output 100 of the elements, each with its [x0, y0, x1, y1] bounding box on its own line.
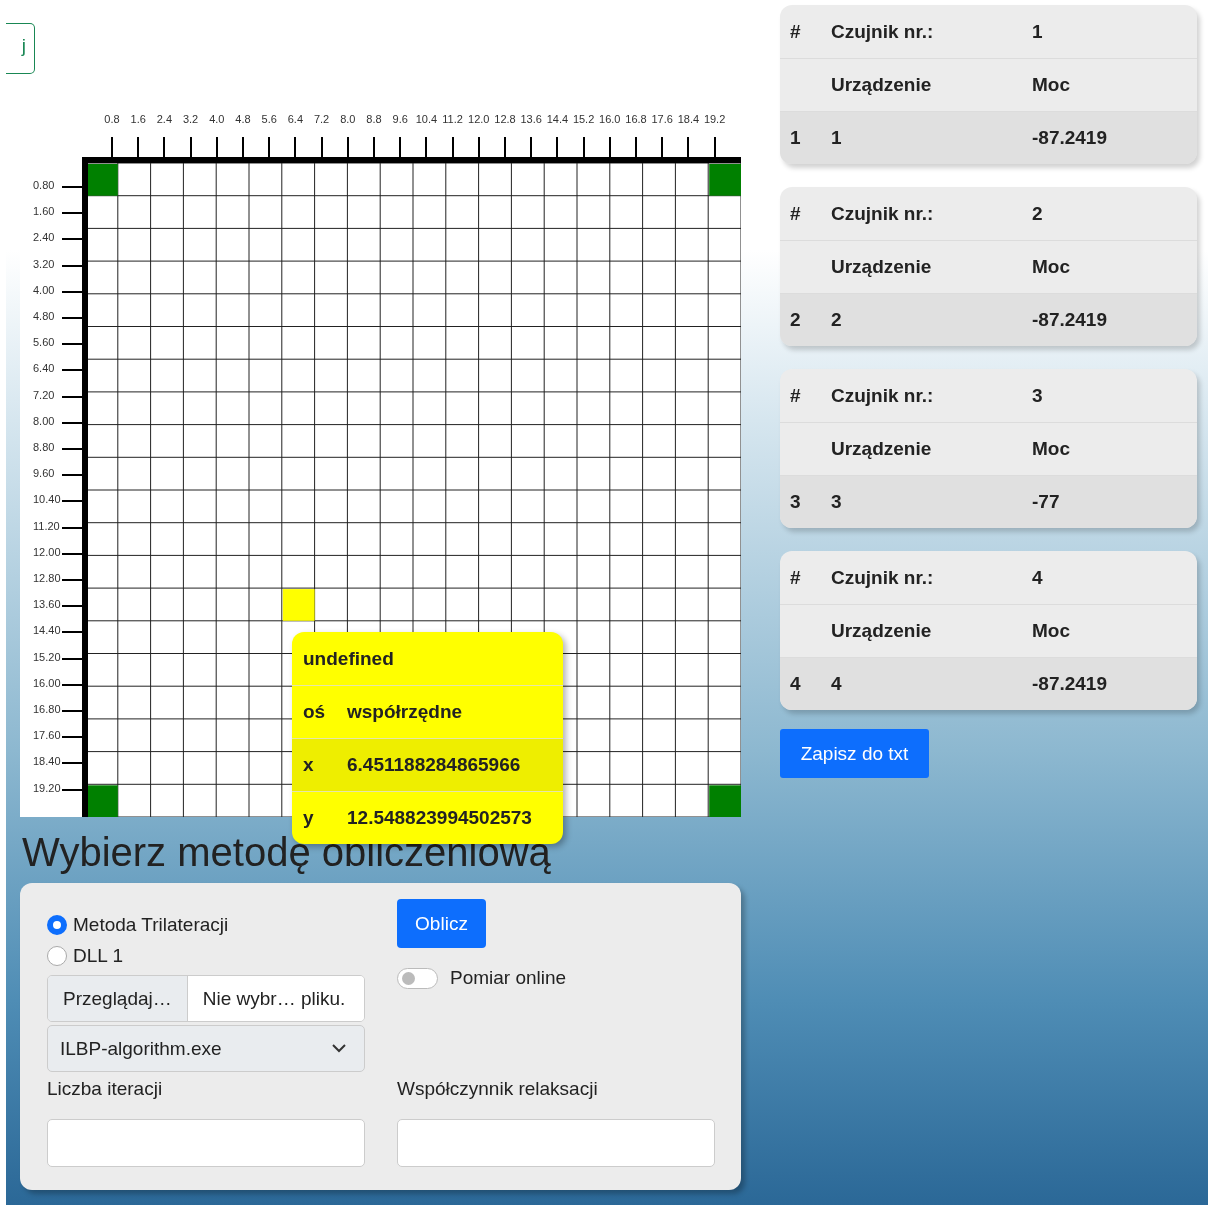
axis-label: 8.0 — [340, 113, 356, 125]
compute-button[interactable]: Oblicz — [397, 899, 486, 948]
field-label: Liczba iteracji — [47, 1078, 164, 1101]
toggle-switch[interactable] — [397, 967, 438, 989]
table-cell: -87.2419 — [1032, 673, 1107, 695]
axis-label: 19.2 — [703, 113, 726, 125]
column-header: Moc — [1032, 620, 1070, 642]
axis-label: 6.40 — [33, 362, 55, 375]
axis-label: 17.60 — [33, 729, 61, 742]
column-header: 4 — [1032, 566, 1043, 589]
table-cell: 6.451188284865966 — [347, 754, 521, 776]
column-header: Czujnik nr.: — [831, 384, 935, 407]
axis-label: 18.4 — [677, 113, 700, 125]
axis-label: 16.80 — [33, 703, 61, 715]
axis-label: 4.8 — [235, 113, 251, 125]
tooltip-title: undefined — [303, 647, 394, 670]
axis-label: 8.00 — [33, 414, 55, 427]
axis-label: 16.00 — [33, 676, 61, 689]
table-cell-text: 3 — [831, 491, 843, 513]
axis-label: 14.40 — [33, 624, 61, 637]
axis-label: 11.2 — [442, 113, 463, 125]
file-name-text: Nie wybr… pliku. — [187, 976, 364, 1021]
input-field[interactable] — [397, 1119, 715, 1167]
axis-label: 7.20 — [33, 388, 55, 401]
radio-button[interactable] — [47, 914, 67, 935]
table-cell: -87.2419 — [1032, 309, 1107, 331]
column-header: Urządzenie — [831, 620, 933, 642]
table-cell-text: 4 — [831, 673, 843, 695]
axis-label: 17.6 — [651, 113, 673, 125]
table-cell-text: 4 — [789, 673, 802, 695]
column-header: # — [789, 20, 802, 43]
field-label: Współczynnik relaksacji — [397, 1078, 599, 1101]
axis-label: 3.2 — [182, 113, 199, 125]
column-header: współrzędne — [347, 701, 463, 723]
column-header: Czujnik nr.: — [831, 20, 935, 43]
column-header: oś — [303, 701, 327, 723]
axis-label: 2.4 — [156, 113, 173, 125]
outline-button[interactable]: j — [6, 23, 35, 74]
file-input[interactable]: Przeglądaj… Nie wybr… pliku. — [47, 975, 365, 1022]
axis-label: 18.40 — [33, 755, 61, 768]
axis-label: 14.4 — [546, 113, 569, 125]
axis-label: 16.0 — [599, 113, 621, 125]
table-cell-text: 1 — [789, 127, 802, 149]
table-cell-text: x — [303, 754, 315, 776]
axis-label: 13.60 — [33, 598, 61, 611]
axis-label: 6.4 — [287, 113, 304, 125]
save-button[interactable]: Zapisz do txt — [780, 729, 929, 778]
toggle-label: Pomiar online — [450, 967, 567, 989]
axis-label: 0.8 — [104, 113, 120, 125]
axis-label: 1.6 — [130, 113, 146, 125]
axis-label: 12.8 — [494, 113, 516, 125]
section-heading: Wybierz metodę obliczeniową — [22, 829, 552, 876]
column-header: # — [789, 384, 802, 407]
column-header: # — [789, 566, 802, 589]
axis-label: 4.00 — [33, 283, 55, 296]
axis-label: 1.60 — [33, 205, 55, 218]
column-header: Moc — [1032, 74, 1070, 96]
axis-label: 12.0 — [468, 113, 490, 125]
browse-button[interactable]: Przeglądaj… — [48, 976, 188, 1021]
axis-label: 16.8 — [625, 113, 647, 125]
axis-label: 9.6 — [392, 113, 408, 125]
column-header: Urządzenie — [831, 256, 933, 278]
axis-label: 5.6 — [261, 113, 277, 125]
algorithm-dropdown[interactable]: ILBP-algorithm.exe — [47, 1025, 365, 1072]
column-header: 1 — [1032, 20, 1043, 43]
column-header: Czujnik nr.: — [831, 566, 935, 589]
radio-label: Metoda Trilateracji — [73, 913, 229, 936]
column-header: 2 — [1032, 202, 1043, 225]
column-header: Urządzenie — [831, 438, 933, 460]
axis-label: 2.40 — [33, 231, 55, 244]
axis-label: 19.20 — [33, 781, 61, 794]
table-cell: -77 — [1032, 491, 1060, 513]
column-header: Moc — [1032, 256, 1070, 278]
table-cell-text: 3 — [789, 491, 802, 513]
chevron-icon — [332, 1044, 346, 1053]
table-cell: -87.2419 — [1032, 127, 1107, 149]
axis-label: 13.6 — [520, 113, 542, 125]
column-header: 3 — [1032, 384, 1043, 407]
table-cell-text: 2 — [789, 309, 802, 331]
axis-label: 7.2 — [313, 113, 330, 125]
axis-label: 3.20 — [33, 257, 55, 270]
table-cell-text: 2 — [831, 309, 843, 331]
axis-label: 10.4 — [415, 113, 438, 125]
axis-label: 9.60 — [33, 467, 55, 480]
axis-label: 12.00 — [33, 545, 61, 558]
table-cell-text: 1 — [831, 127, 843, 149]
column-header: Urządzenie — [831, 74, 933, 96]
column-header: # — [789, 202, 802, 225]
table-cell-text: y — [303, 807, 315, 829]
axis-label: 15.20 — [33, 650, 61, 663]
radio-button[interactable] — [47, 945, 67, 966]
axis-label: 8.80 — [33, 441, 55, 453]
axis-label: 4.0 — [209, 113, 225, 125]
axis-label: 12.80 — [33, 572, 61, 584]
axis-label: 0.80 — [33, 179, 55, 191]
axis-label: 11.20 — [33, 519, 60, 532]
axis-label: 15.2 — [572, 113, 595, 125]
axis-label: 8.8 — [366, 113, 382, 125]
input-field[interactable] — [47, 1119, 365, 1167]
column-header: Moc — [1032, 438, 1070, 460]
